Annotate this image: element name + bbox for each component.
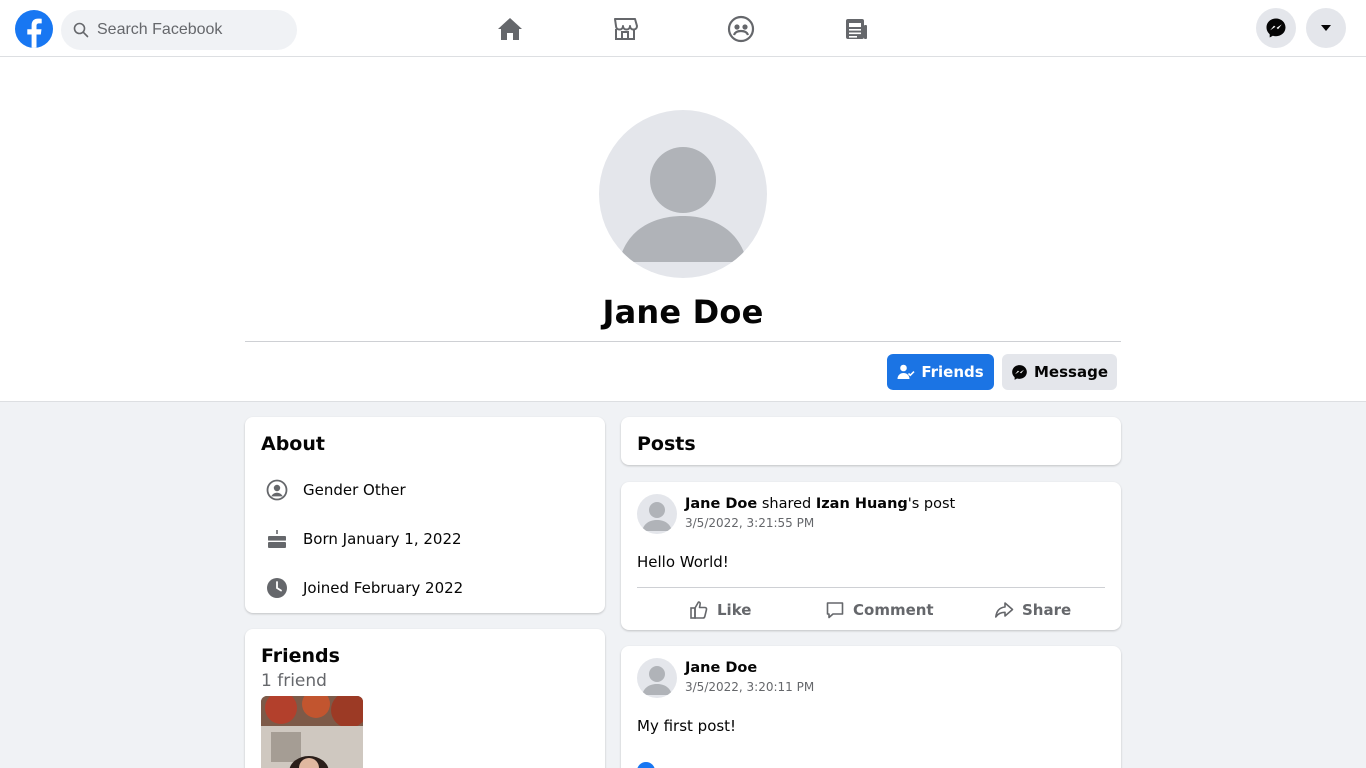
like-reaction-icon[interactable] [637,762,655,768]
message-button-label: Message [1034,363,1108,381]
about-joined-text: Joined February 2022 [303,579,464,597]
marketplace-icon[interactable] [610,14,640,44]
posts-header-card: Posts [621,417,1121,465]
post-divider [637,587,1105,588]
message-button[interactable]: Message [1002,354,1117,390]
top-navbar [0,0,1366,57]
about-gender-text: Gender Other [303,481,406,499]
comment-button[interactable]: Comment [825,600,934,620]
profile-header: Jane Doe Friends Message [0,57,1366,402]
posts-title: Posts [637,433,696,455]
user-circle-icon [265,478,289,502]
groups-icon[interactable] [726,14,756,44]
share-icon [995,602,1014,618]
like-label: Like [717,601,752,619]
comment-icon [826,602,844,619]
friends-button-label: Friends [921,363,984,381]
search-bar[interactable] [61,10,297,50]
messenger-button[interactable] [1256,8,1296,48]
search-input[interactable] [97,21,287,39]
about-joined: Joined February 2022 [265,576,463,600]
about-gender: Gender Other [265,478,406,502]
facebook-logo[interactable] [15,10,53,48]
about-card: About Gender Other Born January 1, 2022 [245,417,605,613]
friend-count: 1 friend [261,671,327,691]
post-author-link[interactable]: Jane Doe [685,496,757,512]
header-divider [245,341,1121,342]
account-menu-button[interactable] [1306,8,1346,48]
birthday-cake-icon [265,527,289,551]
home-icon[interactable] [495,14,525,44]
like-icon [690,601,708,619]
post-shared-text: shared [761,496,812,512]
profile-avatar[interactable] [599,110,767,278]
messenger-icon [1266,18,1286,38]
post-body: My first post! [637,717,737,735]
about-birthday-text: Born January 1, 2022 [303,530,462,548]
about-title: About [261,433,325,455]
post-header: Jane Doe [685,660,757,676]
friends-button[interactable]: Friends [887,354,994,390]
post-author-link[interactable]: Jane Doe [685,660,757,676]
friends-check-icon [897,364,915,379]
post-author-avatar[interactable] [637,658,677,698]
profile-name: Jane Doe [602,293,764,331]
original-author-link[interactable]: Izan Huang [816,496,908,512]
about-birthday: Born January 1, 2022 [265,527,462,551]
post-timestamp[interactable]: 3/5/2022, 3:21:55 PM [685,516,814,530]
post-body: Hello World! [637,553,729,571]
news-icon[interactable] [841,14,871,44]
post-card: Jane Doe shared Izan Huang's post 3/5/20… [621,482,1121,630]
post-author-avatar[interactable] [637,494,677,534]
caret-down-icon [1321,25,1331,31]
like-button[interactable]: Like [689,600,751,620]
share-button[interactable]: Share [994,600,1071,620]
friends-card: Friends 1 friend [245,629,605,768]
friends-title: Friends [261,645,340,667]
post-header: Jane Doe shared Izan Huang's post [685,496,955,512]
clock-icon [265,576,289,600]
messenger-icon [1012,364,1027,380]
share-label: Share [1022,601,1072,619]
search-icon [73,22,89,38]
friend-photo[interactable] [261,696,363,768]
post-card: Jane Doe 3/5/2022, 3:20:11 PM My first p… [621,646,1121,768]
post-timestamp[interactable]: 3/5/2022, 3:20:11 PM [685,680,814,694]
post-possessive-text: 's post [907,496,956,512]
comment-label: Comment [853,601,934,619]
